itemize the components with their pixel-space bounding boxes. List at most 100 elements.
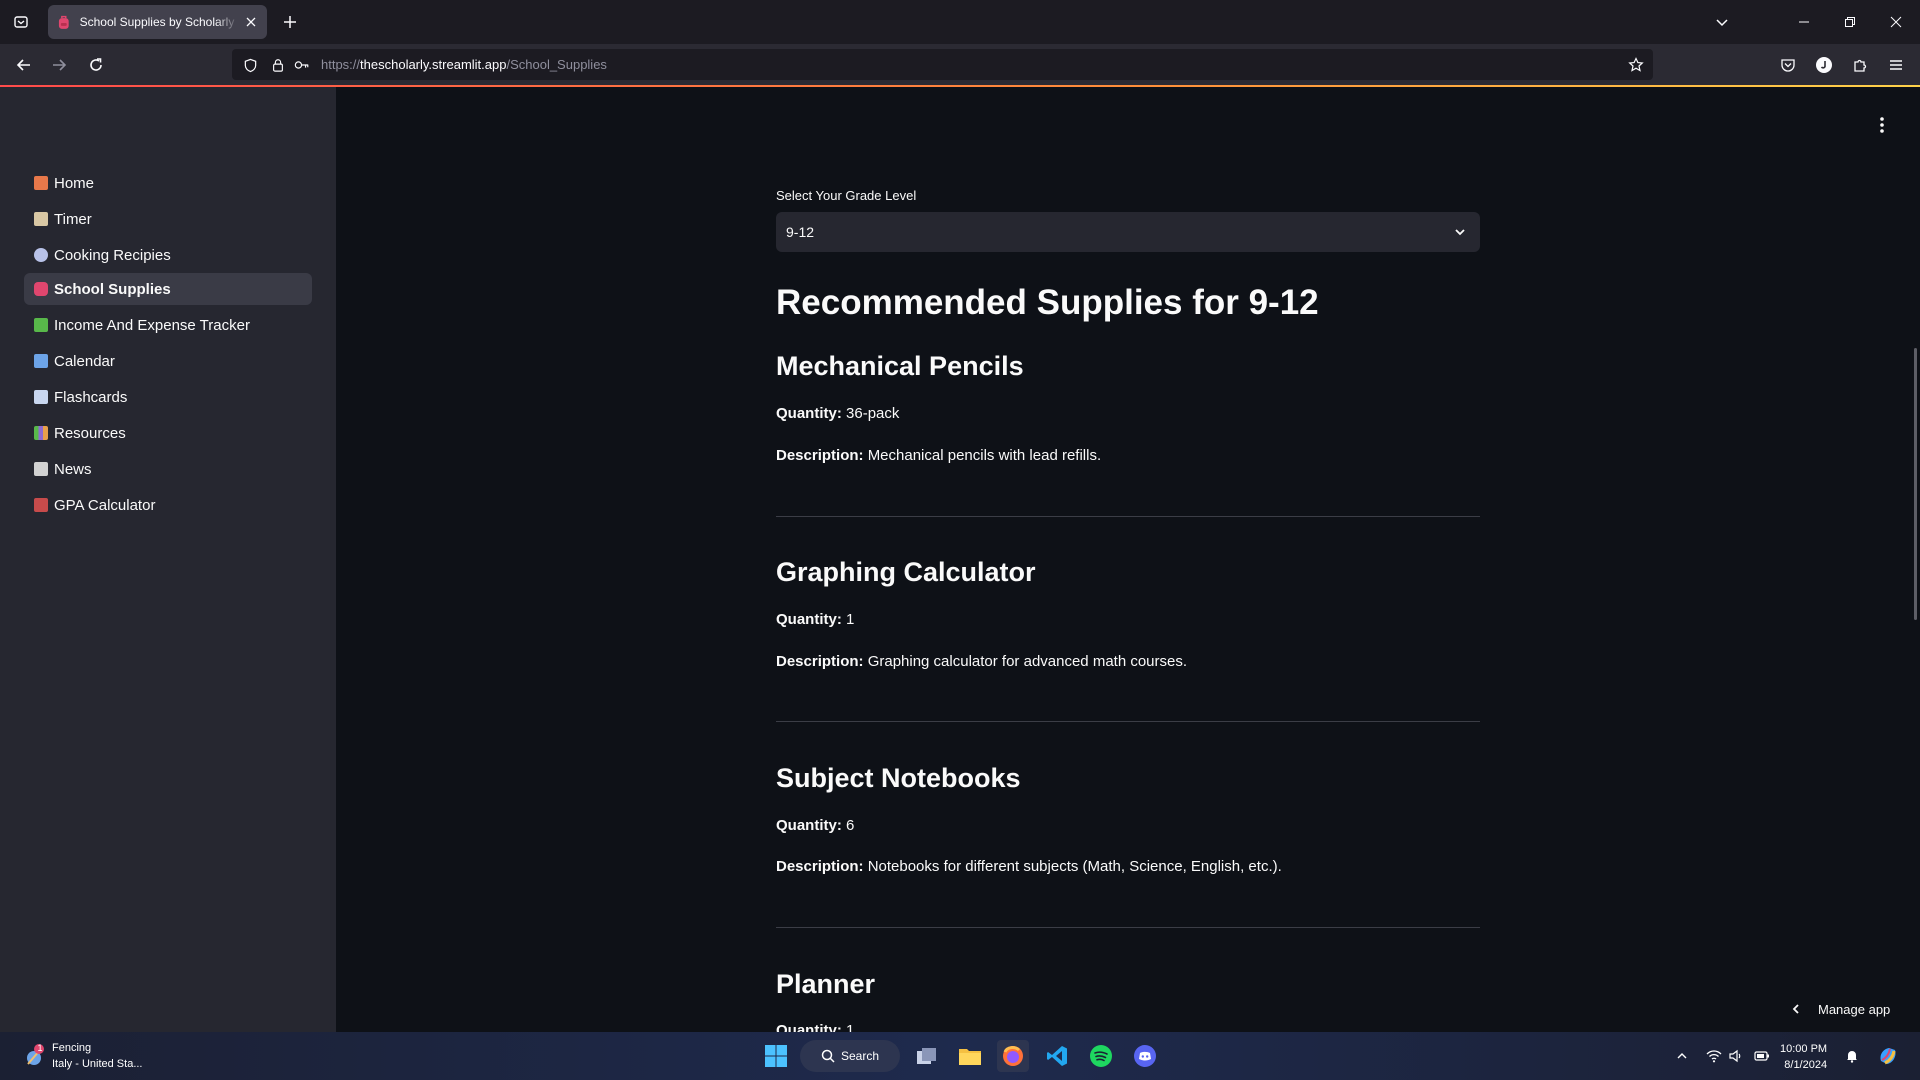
sidebar-item-home[interactable]: Home <box>24 167 312 199</box>
plate-icon <box>34 248 48 262</box>
shield-icon[interactable] <box>238 53 262 77</box>
grade-level-select[interactable]: 9-12 <box>776 212 1480 252</box>
spotify-icon[interactable] <box>1085 1040 1117 1072</box>
notification-bell-icon[interactable] <box>1842 1044 1862 1068</box>
tab-title: School Supplies by Scholarly · Streamlit <box>79 15 240 29</box>
divider <box>776 516 1480 517</box>
minimize-icon[interactable] <box>1792 10 1816 34</box>
windows-start-icon[interactable] <box>760 1040 792 1072</box>
sidebar-item-resources[interactable]: Resources <box>24 417 312 449</box>
manage-app-button[interactable]: Manage app <box>1790 996 1890 1022</box>
abacus-icon <box>34 498 48 512</box>
grade-select-label: Select Your Grade Level <box>776 188 917 203</box>
sidebar-item-label: Calendar <box>54 352 115 370</box>
weather-subtitle: Italy - United Sta... <box>52 1058 143 1070</box>
hamburger-menu-icon[interactable] <box>1884 53 1908 77</box>
new-tab-button[interactable] <box>279 11 301 33</box>
supply-description: Description: Notebooks for different sub… <box>776 858 1282 875</box>
sidebar-item-flashcards[interactable]: Flashcards <box>24 381 312 413</box>
lock-icon[interactable] <box>266 53 290 77</box>
tab-overflow-chevron-icon[interactable] <box>1710 10 1734 34</box>
reload-icon[interactable] <box>84 53 108 77</box>
restore-icon[interactable] <box>1838 10 1862 34</box>
search-label: Search <box>840 1049 880 1063</box>
supply-name: Graphing Calculator <box>776 557 1036 587</box>
scrollbar-thumb[interactable] <box>1914 348 1917 620</box>
file-explorer-icon[interactable] <box>954 1040 986 1072</box>
books-icon <box>34 426 48 440</box>
weather-title: Fencing <box>52 1042 92 1054</box>
tab-close-icon[interactable] <box>243 14 259 30</box>
sidebar-item-news[interactable]: News <box>24 453 312 485</box>
supply-quantity: Quantity: 1 <box>776 611 855 628</box>
supply-quantity: Quantity: 6 <box>776 817 855 834</box>
weather-widget[interactable]: 1 Fencing Italy - United Sta... <box>22 1040 142 1072</box>
sidebar-item-label: Income And Expense Tracker <box>54 316 250 334</box>
account-avatar-icon[interactable] <box>1812 53 1836 77</box>
fencing-news-icon: 1 <box>22 1043 46 1068</box>
hourglass-icon <box>34 212 48 226</box>
discord-icon[interactable] <box>1129 1040 1161 1072</box>
sidebar-item-timer[interactable]: Timer <box>24 203 312 235</box>
supply-quantity-clip: Quantity: 1 <box>776 1016 1480 1032</box>
supply-quantity: Quantity: 36-pack <box>776 405 900 422</box>
sidebar-item-label: School Supplies <box>54 280 171 298</box>
main-menu-dots-icon[interactable] <box>1868 111 1896 139</box>
supply-description: Description: Graphing calculator for adv… <box>776 653 1188 670</box>
supply-description: Description: Mechanical pencils with lea… <box>776 447 1102 464</box>
wifi-icon[interactable] <box>1704 1044 1724 1068</box>
money-icon <box>34 318 48 332</box>
browser-nav-bar: https://thescholarly.streamlit.app/Schoo… <box>0 44 1920 85</box>
supply-quantity: Quantity: 1 <box>776 1022 855 1032</box>
taskbar-clock[interactable]: 10:00 PM 8/1/2024 <box>1780 1041 1827 1073</box>
firefox-icon[interactable] <box>997 1040 1029 1072</box>
chevron-down-icon <box>1450 222 1470 242</box>
notification-badge: 1 <box>37 1043 43 1053</box>
browser-tab-strip: School Supplies by Scholarly · Streamlit <box>0 0 1920 44</box>
clock-date: 8/1/2024 <box>1784 1059 1828 1071</box>
forward-arrow-icon[interactable] <box>47 53 71 77</box>
sidebar-item-label: Home <box>54 174 95 192</box>
tray-overflow-chevron-icon[interactable] <box>1672 1044 1692 1068</box>
back-arrow-icon[interactable] <box>12 53 36 77</box>
tab-list-icon[interactable] <box>10 11 32 33</box>
browser-tab-active[interactable]: School Supplies by Scholarly · Streamlit <box>48 5 267 39</box>
url-text: https://thescholarly.streamlit.app/Schoo… <box>321 57 607 72</box>
copilot-icon[interactable] <box>1876 1044 1900 1068</box>
house-icon <box>34 176 48 190</box>
clock-time: 10:00 PM <box>1780 1043 1828 1055</box>
sidebar-item-label: Flashcards <box>54 388 128 406</box>
backpack-icon <box>34 282 48 296</box>
sidebar-item-label: Timer <box>54 210 92 228</box>
url-bar[interactable]: https://thescholarly.streamlit.app/Schoo… <box>232 49 1653 80</box>
close-window-icon[interactable] <box>1884 10 1908 34</box>
bookmark-star-icon[interactable] <box>1624 53 1648 77</box>
divider <box>776 721 1480 722</box>
sidebar-item-label: Resources <box>54 424 126 442</box>
volume-icon[interactable] <box>1726 1044 1746 1068</box>
sidebar-item-label: GPA Calculator <box>54 496 156 514</box>
page-title: Recommended Supplies for 9-12 <box>776 283 1319 322</box>
manage-app-label: Manage app <box>1818 1001 1891 1017</box>
divider <box>776 927 1480 928</box>
pocket-icon[interactable] <box>1776 53 1800 77</box>
taskbar-search-button[interactable]: Search <box>800 1040 900 1072</box>
sidebar: Home Timer Cooking Recipies School Suppl… <box>0 87 336 1032</box>
chevron-left-icon <box>1792 1004 1799 1014</box>
key-permission-icon[interactable] <box>290 53 314 77</box>
sidebar-item-label: News <box>54 460 92 478</box>
sidebar-item-cooking-recipies[interactable]: Cooking Recipies <box>24 239 312 271</box>
extensions-puzzle-icon[interactable] <box>1848 53 1872 77</box>
weather-text: Fencing Italy - United Sta... <box>52 1040 142 1072</box>
search-icon <box>821 1049 835 1063</box>
supply-name: Planner <box>776 969 876 999</box>
sidebar-item-gpa-calculator[interactable]: GPA Calculator <box>24 489 312 521</box>
sidebar-item-school-supplies[interactable]: School Supplies <box>24 273 312 305</box>
battery-icon[interactable] <box>1752 1044 1772 1068</box>
backpack-favicon-icon <box>58 15 69 29</box>
sidebar-item-income-and-expense-tracker[interactable]: Income And Expense Tracker <box>24 309 312 341</box>
task-view-icon[interactable] <box>911 1040 943 1072</box>
sidebar-item-calendar[interactable]: Calendar <box>24 345 312 377</box>
vscode-icon[interactable] <box>1041 1040 1073 1072</box>
supply-name: Subject Notebooks <box>776 763 1021 793</box>
